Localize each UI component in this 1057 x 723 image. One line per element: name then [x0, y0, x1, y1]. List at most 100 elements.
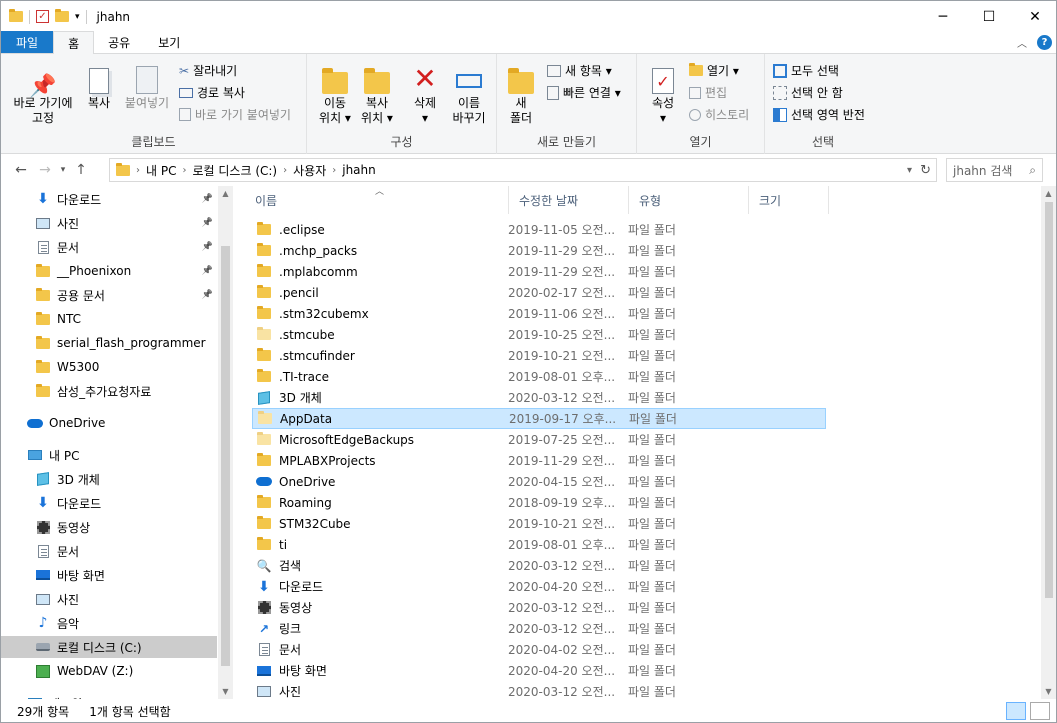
- refresh-icon[interactable]: ↻: [920, 163, 931, 178]
- table-row[interactable]: OneDrive 2020-04-15 오전... 파일 폴더: [252, 471, 826, 492]
- nav-item[interactable]: W5300: [1, 356, 217, 378]
- details-view-icon[interactable]: [1006, 702, 1026, 720]
- nav-item[interactable]: 공용 문서 📌: [1, 284, 217, 306]
- table-row[interactable]: .pencil 2020-02-17 오전... 파일 폴더: [252, 282, 826, 303]
- select-none-button[interactable]: 선택 안 함: [773, 84, 843, 101]
- properties-button[interactable]: ✓ 속성 ▾: [645, 60, 681, 126]
- cut-button[interactable]: ✂ 잘라내기: [179, 62, 237, 79]
- nav-item[interactable]: WebDAV (Z:): [1, 660, 217, 682]
- nav-item[interactable]: OneDrive: [1, 412, 217, 434]
- select-all-button[interactable]: 모두 선택: [773, 62, 839, 79]
- nav-item[interactable]: 문서 📌: [1, 236, 217, 258]
- maximize-button[interactable]: ☐: [966, 1, 1012, 32]
- nav-item[interactable]: ⬇ 다운로드: [1, 492, 217, 514]
- close-button[interactable]: ✕: [1012, 1, 1056, 32]
- table-row[interactable]: Roaming 2018-09-19 오후... 파일 폴더: [252, 492, 826, 513]
- pin-icon[interactable]: 📌: [202, 218, 213, 228]
- rename-button[interactable]: 이름 바꾸기: [447, 60, 491, 126]
- history-button[interactable]: 히스토리: [689, 106, 749, 123]
- new-folder-icon[interactable]: [55, 9, 69, 22]
- minimize-button[interactable]: ─: [920, 1, 966, 32]
- nav-item[interactable]: 문서: [1, 540, 217, 562]
- help-icon[interactable]: ?: [1037, 35, 1052, 50]
- search-input[interactable]: jhahn 검색 ⌕: [946, 158, 1043, 182]
- table-row[interactable]: MPLABXProjects 2019-11-29 오전... 파일 폴더: [252, 450, 826, 471]
- tab-view[interactable]: 보기: [144, 31, 194, 53]
- tab-share[interactable]: 공유: [94, 31, 144, 53]
- table-row[interactable]: STM32Cube 2019-10-21 오전... 파일 폴더: [252, 513, 826, 534]
- table-row[interactable]: .TI-trace 2019-08-01 오후... 파일 폴더: [252, 366, 826, 387]
- address-bar[interactable]: › 내 PC › 로컬 디스크 (C:) › 사용자 › jhahn ▾ ↻: [109, 158, 937, 182]
- pin-icon[interactable]: 📌: [202, 290, 213, 300]
- table-row[interactable]: .eclipse 2019-11-05 오전... 파일 폴더: [252, 219, 826, 240]
- recent-locations-button[interactable]: ▾: [57, 165, 69, 175]
- nav-scrollbar[interactable]: ▲ ▼: [218, 186, 233, 699]
- nav-item[interactable]: 3D 개체: [1, 468, 217, 490]
- nav-item[interactable]: 로컬 디스크 (C:): [1, 636, 217, 658]
- table-row[interactable]: .mchp_packs 2019-11-29 오전... 파일 폴더: [252, 240, 826, 261]
- address-dropdown-icon[interactable]: ▾: [907, 165, 912, 176]
- paste-button[interactable]: 붙여넣기: [119, 60, 175, 111]
- nav-item[interactable]: ♪ 음악: [1, 612, 217, 634]
- tab-home[interactable]: 홈: [53, 31, 95, 54]
- pin-icon[interactable]: 📌: [202, 242, 213, 252]
- nav-item[interactable]: 내 PC: [1, 444, 217, 466]
- table-row[interactable]: AppData 2019-09-17 오후... 파일 폴더: [252, 408, 826, 429]
- nav-item[interactable]: 사진 📌: [1, 212, 217, 234]
- table-row[interactable]: .mplabcomm 2019-11-29 오전... 파일 폴더: [252, 261, 826, 282]
- breadcrumb-jhahn[interactable]: jhahn: [342, 163, 376, 177]
- new-folder-button[interactable]: 새 폴더: [505, 60, 537, 126]
- table-row[interactable]: 동영상 2020-03-12 오전... 파일 폴더: [252, 597, 826, 618]
- copy-path-button[interactable]: 경로 복사: [179, 84, 245, 101]
- breadcrumb-users[interactable]: 사용자: [293, 162, 326, 179]
- tab-file[interactable]: 파일: [1, 31, 54, 53]
- column-header-date[interactable]: 수정한 날짜: [509, 186, 629, 214]
- edit-button[interactable]: 편집: [689, 84, 727, 101]
- nav-item[interactable]: serial_flash_programmer: [1, 332, 217, 354]
- back-button[interactable]: ←: [9, 162, 33, 178]
- breadcrumb-local-disk[interactable]: 로컬 디스크 (C:): [192, 162, 277, 179]
- paste-shortcut-button[interactable]: 바로 가기 붙여넣기: [179, 106, 291, 123]
- nav-item[interactable]: __Phoenixon 📌: [1, 260, 217, 282]
- nav-item[interactable]: ⬇ 다운로드 📌: [1, 188, 217, 210]
- easy-access-button[interactable]: 빠른 연결 ▾: [547, 84, 621, 101]
- table-row[interactable]: .stmcube 2019-10-25 오전... 파일 폴더: [252, 324, 826, 345]
- forward-button[interactable]: →: [33, 162, 57, 178]
- nav-item[interactable]: 바탕 화면: [1, 564, 217, 586]
- column-header-size[interactable]: 크기: [749, 186, 829, 214]
- table-row[interactable]: .stmcufinder 2019-10-21 오전... 파일 폴더: [252, 345, 826, 366]
- nav-item[interactable]: 사진: [1, 588, 217, 610]
- copy-button[interactable]: 복사: [81, 60, 117, 111]
- nav-item[interactable]: 네트워크: [1, 692, 217, 699]
- open-button[interactable]: 열기 ▾: [689, 62, 739, 79]
- table-row[interactable]: ↗ 링크 2020-03-12 오전... 파일 폴더: [252, 618, 826, 639]
- pin-quick-access-button[interactable]: 📌 바로 가기에 고정: [7, 60, 79, 126]
- pin-icon[interactable]: 📌: [202, 194, 213, 204]
- breadcrumb-this-pc[interactable]: 내 PC: [146, 162, 176, 179]
- table-row[interactable]: 🔍 검색 2020-03-12 오전... 파일 폴더: [252, 555, 826, 576]
- table-row[interactable]: 바탕 화면 2020-04-20 오전... 파일 폴더: [252, 660, 826, 681]
- file-list-scrollbar[interactable]: ▲ ▼: [1041, 186, 1056, 699]
- properties-icon[interactable]: ✓: [36, 10, 49, 23]
- scroll-down-icon[interactable]: ▼: [218, 684, 233, 699]
- large-icons-view-icon[interactable]: [1030, 702, 1050, 720]
- up-button[interactable]: ↑: [69, 162, 93, 178]
- scroll-up-icon[interactable]: ▲: [218, 186, 233, 201]
- table-row[interactable]: ⬇ 다운로드 2020-04-20 오전... 파일 폴더: [252, 576, 826, 597]
- nav-item[interactable]: NTC: [1, 308, 217, 330]
- nav-item[interactable]: 삼성_추가요청자료: [1, 380, 217, 402]
- column-header-type[interactable]: 유형: [629, 186, 749, 214]
- table-row[interactable]: MicrosoftEdgeBackups 2019-07-25 오전... 파일 폴…: [252, 429, 826, 450]
- invert-selection-button[interactable]: 선택 영역 반전: [773, 106, 865, 123]
- delete-button[interactable]: ✕ 삭제 ▾: [407, 60, 443, 126]
- table-row[interactable]: 문서 2020-04-02 오전... 파일 폴더: [252, 639, 826, 660]
- nav-item[interactable]: 동영상: [1, 516, 217, 538]
- scroll-up-icon[interactable]: ▲: [1041, 186, 1056, 201]
- table-row[interactable]: 3D 개체 2020-03-12 오전... 파일 폴더: [252, 387, 826, 408]
- new-item-button[interactable]: 새 항목 ▾: [547, 62, 612, 79]
- table-row[interactable]: 사진 2020-03-12 오전... 파일 폴더: [252, 681, 826, 699]
- copy-to-button[interactable]: 복사 위치 ▾: [357, 60, 397, 126]
- move-to-button[interactable]: 이동 위치 ▾: [315, 60, 355, 126]
- pin-icon[interactable]: 📌: [202, 266, 213, 276]
- customize-dropdown-icon[interactable]: ▾: [75, 12, 80, 22]
